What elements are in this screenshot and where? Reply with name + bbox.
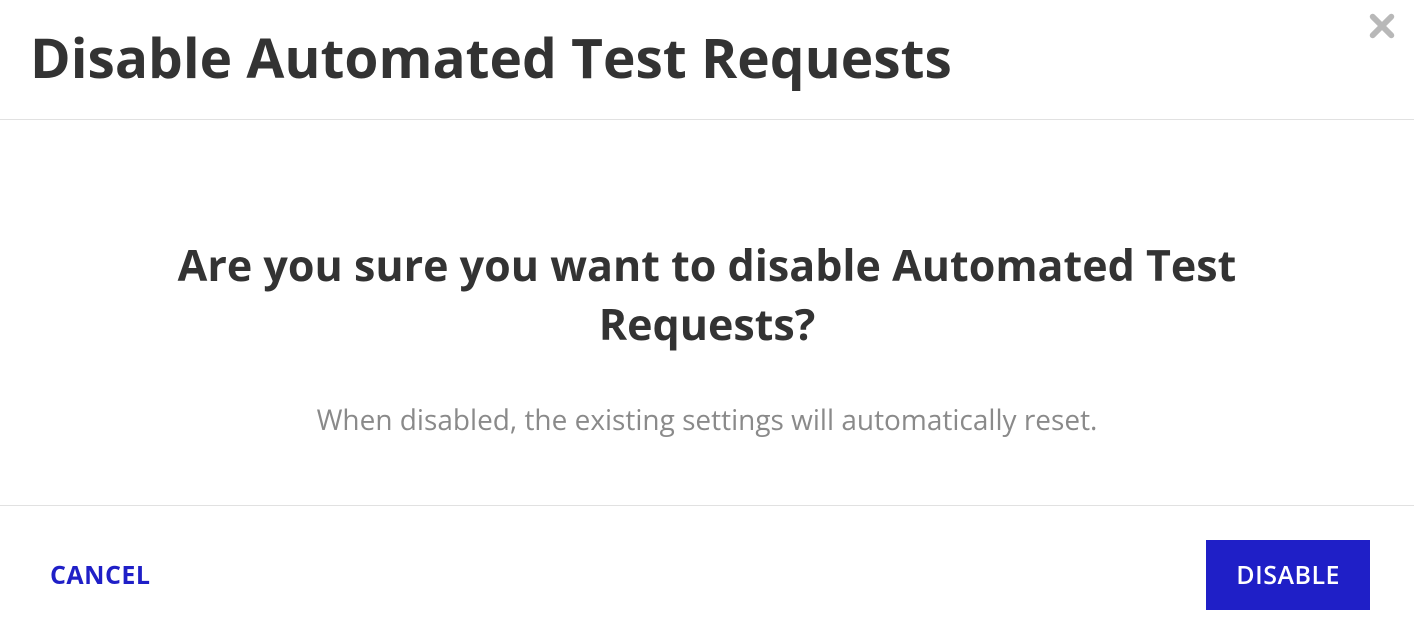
modal-body-scroll[interactable]: Are you sure you want to disable Automat… [0, 119, 1414, 507]
modal-body: Are you sure you want to disable Automat… [0, 120, 1414, 507]
confirmation-subtext: When disabled, the existing settings wil… [90, 401, 1324, 440]
confirmation-heading: Are you sure you want to disable Automat… [90, 235, 1324, 354]
modal-title: Disable Automated Test Requests [30, 28, 1384, 89]
modal-footer: CANCEL DISABLE [0, 506, 1414, 644]
confirmation-modal: Disable Automated Test Requests Are you … [0, 0, 1414, 644]
close-icon[interactable] [1368, 12, 1396, 40]
disable-button[interactable]: DISABLE [1206, 540, 1370, 610]
cancel-button[interactable]: CANCEL [50, 558, 151, 592]
modal-header: Disable Automated Test Requests [0, 0, 1414, 119]
